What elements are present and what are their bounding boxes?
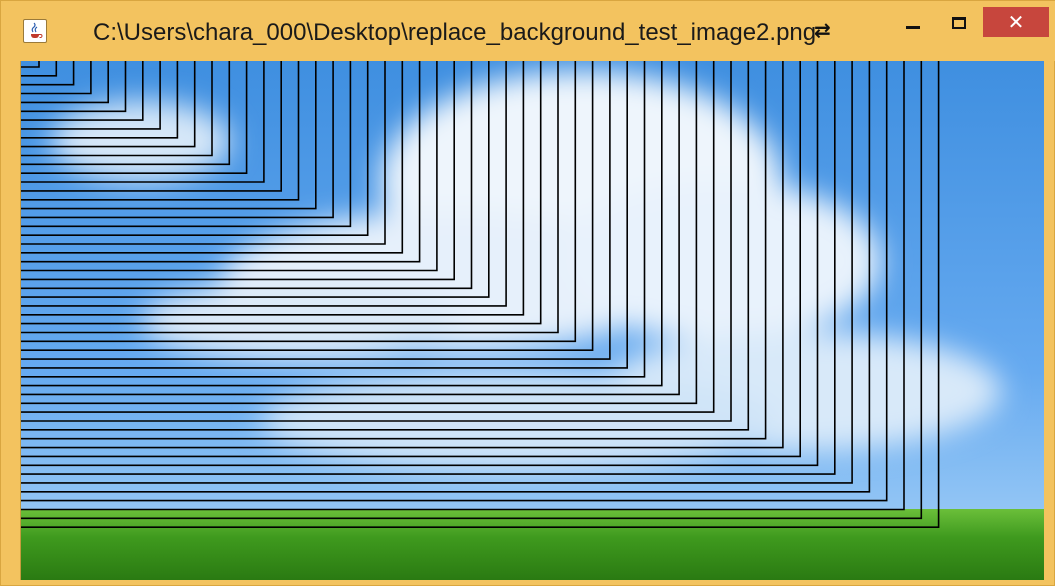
close-icon: ✕ (1007, 10, 1025, 34)
image-canvas (20, 61, 1044, 580)
close-button[interactable]: ✕ (983, 7, 1049, 37)
background-image (21, 61, 1044, 580)
java-cup-icon[interactable] (23, 19, 47, 43)
minimize-button[interactable] (891, 9, 935, 37)
maximize-button[interactable] (937, 9, 981, 37)
maximize-icon (952, 17, 966, 29)
window-title: C:\Users\chara_000\Desktop\replace_backg… (93, 19, 817, 46)
grass (21, 509, 1044, 580)
app-window: C:\Users\chara_000\Desktop\replace_backg… (0, 0, 1055, 586)
resize-horizontal-icon: ⇄ (814, 18, 831, 42)
title-bar[interactable]: C:\Users\chara_000\Desktop\replace_backg… (1, 1, 1055, 61)
minimize-icon (906, 25, 920, 29)
